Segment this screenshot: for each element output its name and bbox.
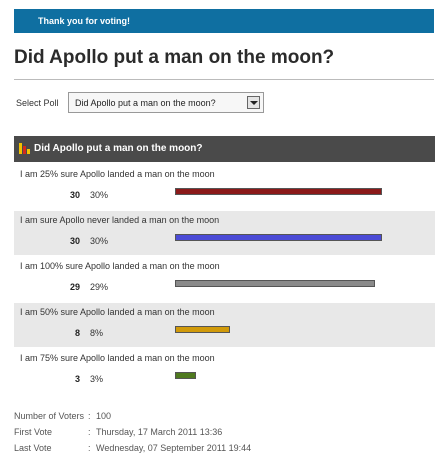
- page-title: Did Apollo put a man on the moon?: [14, 47, 335, 68]
- answer-label: I am sure Apollo never landed a man on t…: [20, 215, 220, 225]
- title-divider: [14, 79, 434, 80]
- answer-votes: 8: [74, 328, 80, 338]
- answer-percent: 29%: [90, 282, 109, 292]
- last-vote-value: Wednesday, 07 September 2011 19:44: [96, 443, 252, 453]
- poll-select-value: Did Apollo put a man on the moon?: [75, 98, 216, 108]
- answer-percent: 30%: [90, 236, 109, 246]
- poll-question: Did Apollo put a man on the moon?: [34, 143, 203, 154]
- answer-label: I am 50% sure Apollo landed a man on the…: [20, 307, 215, 317]
- vote-confirmation-banner: Thank you for voting!: [14, 9, 434, 33]
- answer-percent: 3%: [90, 374, 104, 384]
- first-vote-colon: :: [88, 427, 91, 437]
- answer-result-bar: [175, 326, 230, 333]
- answer-result-bar: [175, 372, 196, 379]
- last-vote-colon: :: [88, 443, 91, 453]
- voters-label: Number of Voters: [14, 411, 85, 421]
- first-vote-value: Thursday, 17 March 2011 13:36: [96, 427, 223, 437]
- answer-label: I am 25% sure Apollo landed a man on the…: [20, 169, 215, 179]
- poll-chart-icon: [19, 143, 30, 154]
- voters-colon: :: [88, 411, 91, 421]
- answer-result-bar: [175, 280, 375, 287]
- poll-answer-row: I am 50% sure Apollo landed a man on the…: [14, 303, 435, 347]
- answer-percent: 30%: [90, 190, 109, 200]
- poll-answer-row: I am sure Apollo never landed a man on t…: [14, 211, 435, 255]
- answer-result-bar: [175, 188, 382, 195]
- answer-label: I am 75% sure Apollo landed a man on the…: [20, 353, 215, 363]
- poll-results-header: Did Apollo put a man on the moon?: [14, 136, 435, 162]
- poll-answer-row: I am 25% sure Apollo landed a man on the…: [14, 165, 435, 209]
- last-vote-label: Last Vote: [14, 443, 52, 453]
- poll-answer-row: I am 100% sure Apollo landed a man on th…: [14, 257, 435, 301]
- answer-percent: 8%: [90, 328, 104, 338]
- poll-answer-row: I am 75% sure Apollo landed a man on the…: [14, 349, 435, 393]
- answer-label: I am 100% sure Apollo landed a man on th…: [20, 261, 220, 271]
- first-vote-label: First Vote: [14, 427, 53, 437]
- voters-value: 100: [96, 411, 112, 421]
- answer-votes: 29: [69, 282, 80, 292]
- answer-votes: 30: [69, 190, 80, 200]
- select-poll-label: Select Poll: [16, 98, 59, 108]
- poll-select[interactable]: Did Apollo put a man on the moon?: [68, 92, 264, 113]
- answer-votes: 30: [69, 236, 80, 246]
- dropdown-arrow-icon[interactable]: [247, 96, 260, 109]
- answer-result-bar: [175, 234, 382, 241]
- answer-votes: 3: [74, 374, 80, 384]
